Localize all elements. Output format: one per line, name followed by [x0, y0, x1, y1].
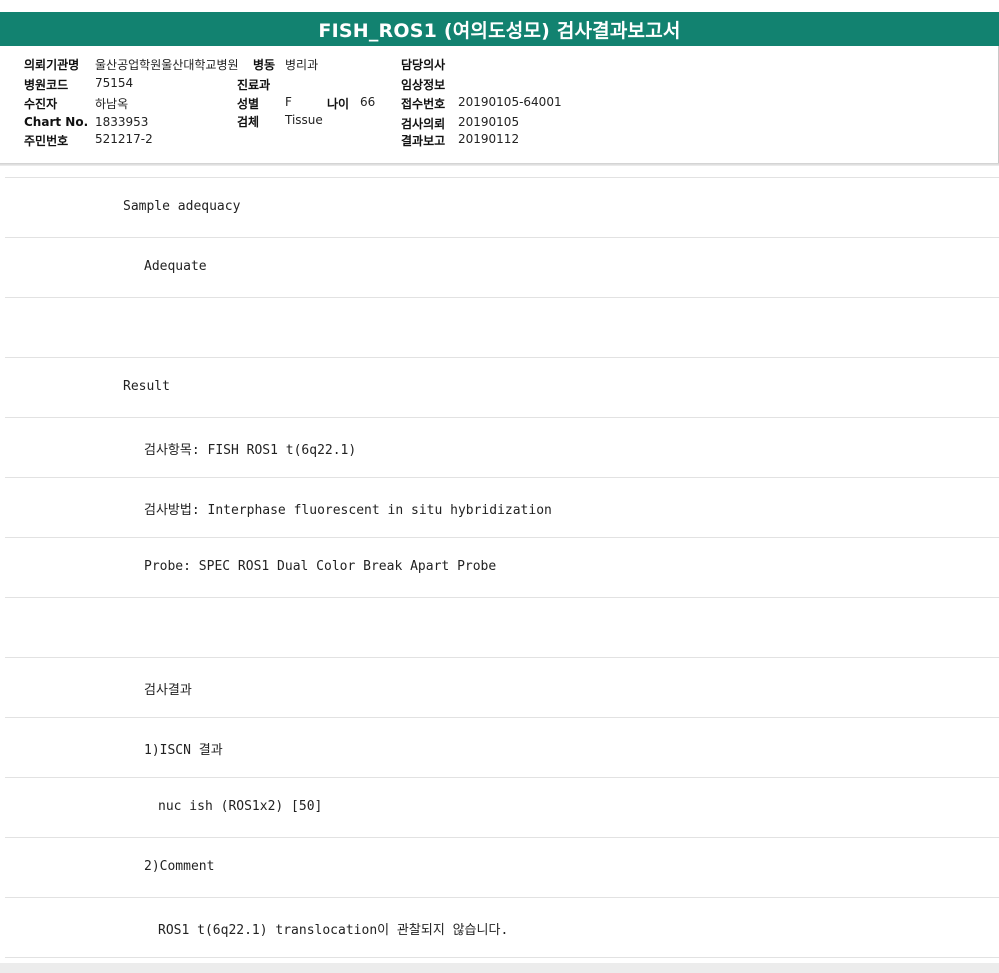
specimen-value: Tissue	[285, 113, 323, 127]
institution-value: 울산공업학원울산대학교병원	[95, 58, 239, 72]
patient-value: 하남옥	[95, 97, 129, 111]
report-line-text: Adequate	[144, 259, 207, 274]
id-label: 주민번호	[24, 134, 69, 148]
sex-value: F	[285, 95, 292, 109]
dept-label: 진료과	[237, 78, 271, 92]
sex-label: 성별	[237, 97, 260, 111]
chart-label: Chart No.	[24, 115, 89, 129]
report-row	[5, 597, 999, 657]
report-row: 검사방법: Interphase fluorescent in situ hyb…	[5, 477, 999, 537]
report-row: 1)ISCN 결과	[5, 717, 999, 777]
report-line-text: 검사결과	[144, 683, 192, 698]
request-value: 20190105	[458, 115, 520, 129]
ward-label: 병동	[253, 58, 276, 72]
report-row: nuc ish (ROS1x2) [50]	[5, 777, 999, 837]
patient-info-panel: 의뢰기관명 울산공업학원울산대학교병원 병동 병리과 담당의사 병원코드 751…	[0, 46, 999, 164]
header-top	[0, 0, 999, 12]
report-line-text: 1)ISCN 결과	[144, 743, 223, 758]
receipt-value: 20190105-64001	[458, 95, 562, 109]
report-row: Probe: SPEC ROS1 Dual Color Break Apart …	[5, 537, 999, 597]
id-value: 521217-2	[95, 132, 153, 146]
report-line-text: 2)Comment	[144, 859, 215, 874]
ward-value: 병리과	[285, 58, 319, 72]
request-label: 검사의뢰	[401, 117, 446, 131]
report-row: 검사결과	[5, 657, 999, 717]
chart-value: 1833953	[95, 115, 149, 129]
doctor-label: 담당의사	[401, 58, 446, 72]
report-value: 20190112	[458, 132, 520, 146]
bottom-scroll-area	[0, 963, 999, 973]
report-row	[5, 297, 999, 357]
report-row: Sample adequacy	[5, 177, 999, 237]
institution-label: 의뢰기관명	[24, 58, 80, 72]
report-end-line	[5, 957, 999, 958]
age-label: 나이	[327, 97, 350, 111]
report-body: Sample adequacy Adequate Result 검사항목: FISH …	[5, 177, 999, 958]
report-row: ROS1 t(6q22.1) translocation이 관찰되지 않습니다.	[5, 897, 999, 957]
report-line-text: Probe: SPEC ROS1 Dual Color Break Apart …	[144, 559, 497, 574]
report-row: Adequate	[5, 237, 999, 297]
report-line-text: 검사방법: Interphase fluorescent in situ hyb…	[144, 503, 552, 518]
report-line-text: ROS1 t(6q22.1) translocation이 관찰되지 않습니다.	[158, 923, 509, 938]
clinical-label: 임상정보	[401, 78, 446, 92]
hospital-code-label: 병원코드	[24, 78, 69, 92]
report-title: FISH_ROS1 (여의도성모) 검사결과보고서	[318, 19, 681, 42]
report-row: Result	[5, 357, 999, 417]
report-line-text: Result	[123, 379, 170, 394]
report-row: 2)Comment	[5, 837, 999, 897]
report-row: 검사항목: FISH ROS1 t(6q22.1)	[5, 417, 999, 477]
header-divider	[0, 163, 999, 166]
hospital-code-value: 75154	[95, 76, 134, 90]
report-line-text: nuc ish (ROS1x2) [50]	[158, 799, 323, 814]
report-line-text: Sample adequacy	[123, 199, 241, 214]
report-line-text: 검사항목: FISH ROS1 t(6q22.1)	[144, 443, 357, 458]
report-label: 결과보고	[401, 134, 446, 148]
age-value: 66	[360, 95, 376, 109]
specimen-label: 검체	[237, 115, 260, 129]
receipt-label: 접수번호	[401, 97, 446, 111]
patient-label: 수진자	[24, 97, 58, 111]
report-title-bar: FISH_ROS1 (여의도성모) 검사결과보고서	[0, 12, 999, 46]
